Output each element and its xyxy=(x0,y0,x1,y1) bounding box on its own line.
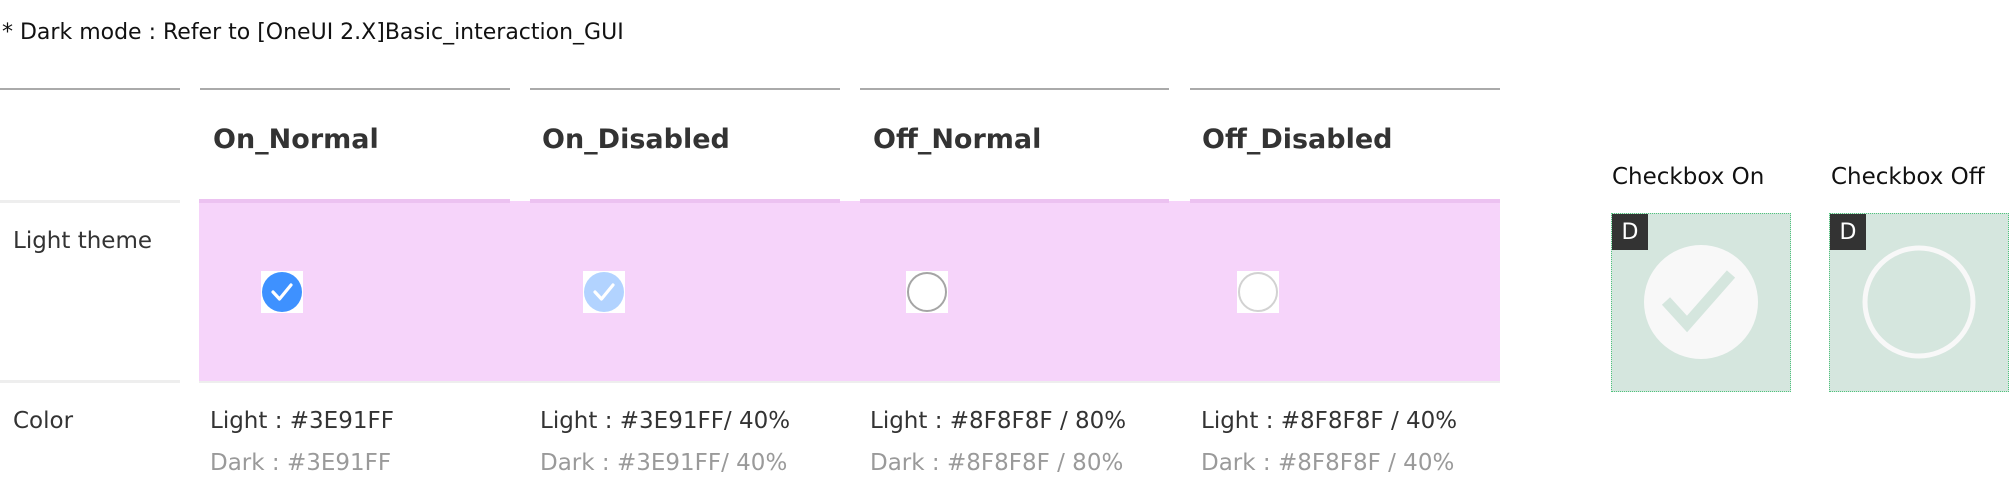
color-light-off-disabled: Light : #8F8F8F / 40% xyxy=(1201,408,1458,434)
checkbox-unchecked-icon xyxy=(1238,272,1278,312)
header-divider xyxy=(530,88,840,90)
column-marker xyxy=(199,199,510,203)
asset-label-checkbox-on: Checkbox On xyxy=(1612,164,1765,190)
color-dark-on-disabled: Dark : #3E91FF/ 40% xyxy=(540,450,788,476)
row-divider xyxy=(0,380,180,383)
column-marker xyxy=(860,199,1169,203)
column-header-off-disabled: Off_Disabled xyxy=(1202,124,1393,155)
checkbox-off-normal[interactable] xyxy=(906,271,948,313)
color-dark-on-normal: Dark : #3E91FF xyxy=(210,450,392,476)
column-header-on-normal: On_Normal xyxy=(213,124,379,155)
checkbox-on-disabled[interactable] xyxy=(583,271,625,313)
checkbox-checked-icon xyxy=(1644,245,1758,359)
row-label-color: Color xyxy=(13,408,74,434)
light-theme-preview-area xyxy=(199,201,1500,381)
header-divider xyxy=(1190,88,1500,90)
color-dark-off-normal: Dark : #8F8F8F / 80% xyxy=(870,450,1124,476)
asset-checkbox-off: D xyxy=(1829,213,2009,392)
dark-mode-note: * Dark mode : Refer to [OneUI 2.X]Basic_… xyxy=(2,20,624,45)
color-dark-off-disabled: Dark : #8F8F8F / 40% xyxy=(1201,450,1455,476)
checkbox-on-normal[interactable] xyxy=(261,271,303,313)
row-label-light-theme: Light theme xyxy=(13,228,153,254)
column-marker xyxy=(530,199,840,203)
row-divider xyxy=(0,200,180,203)
checkbox-unchecked-icon xyxy=(907,272,947,312)
checkbox-checked-icon xyxy=(584,272,624,312)
column-marker xyxy=(1190,199,1500,203)
asset-label-checkbox-off: Checkbox Off xyxy=(1831,164,1985,190)
header-divider xyxy=(0,88,180,90)
color-light-on-disabled: Light : #3E91FF/ 40% xyxy=(540,408,791,434)
column-header-off-normal: Off_Normal xyxy=(873,124,1042,155)
checkbox-checked-icon xyxy=(262,272,302,312)
header-divider xyxy=(860,88,1169,90)
header-divider xyxy=(200,88,510,90)
checkbox-off-disabled[interactable] xyxy=(1237,271,1279,313)
asset-checkbox-on: D xyxy=(1611,213,1791,392)
column-header-on-disabled: On_Disabled xyxy=(542,124,730,155)
color-light-off-normal: Light : #8F8F8F / 80% xyxy=(870,408,1127,434)
color-light-on-normal: Light : #3E91FF xyxy=(210,408,394,434)
checkbox-unchecked-icon xyxy=(1862,245,1976,359)
